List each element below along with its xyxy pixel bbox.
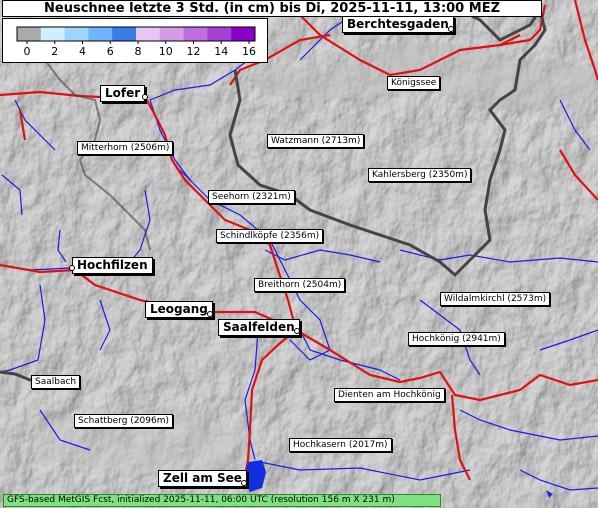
- place-hochkasern[interactable]: Hochkasern (2017m): [289, 438, 392, 452]
- legend-tick-label: 14: [214, 45, 228, 58]
- legend-tick-label: 4: [79, 45, 86, 58]
- place-wildalmkirchl[interactable]: Wildalmkirchl (2573m): [440, 292, 551, 306]
- place-kahlersberg[interactable]: Kahlersberg (2350m): [368, 168, 472, 182]
- place-marker: [207, 311, 213, 317]
- legend-tick-label: 12: [187, 45, 201, 58]
- place-zell-am-see[interactable]: Zell am See: [158, 470, 247, 487]
- place-berchtesgaden[interactable]: Berchtesgaden: [342, 16, 454, 33]
- legend-swatch: [183, 27, 208, 41]
- legend-swatch: [136, 27, 161, 41]
- legend-scale: 0 2 4 6 8 10 12 14 16: [16, 26, 256, 58]
- place-marker: [69, 265, 75, 271]
- place-marker: [448, 26, 454, 32]
- legend-swatch: [112, 27, 137, 41]
- model-info-footer: GFS-based MetGIS Fcst, initialized 2025-…: [3, 494, 441, 507]
- place-leogang[interactable]: Leogang: [145, 301, 213, 318]
- place-marker: [142, 94, 148, 100]
- legend-swatch: [17, 27, 42, 41]
- legend-tick-label: 2: [51, 45, 58, 58]
- place-schattberg[interactable]: Schattberg (2096m): [74, 414, 173, 428]
- legend-tick-label: 16: [242, 45, 256, 58]
- place-seehorn[interactable]: Seehorn (2321m): [208, 190, 295, 204]
- place-schindlkoepfe[interactable]: Schindlköpfe (2356m): [216, 229, 324, 243]
- legend-tick-label: 10: [159, 45, 173, 58]
- terrain-map: [0, 0, 598, 508]
- map[interactable]: Neuschnee letzte 3 Std. (in cm) bis Di, …: [0, 0, 598, 508]
- legend-swatch: [231, 27, 256, 41]
- map-title: Neuschnee letzte 3 Std. (in cm) bis Di, …: [2, 0, 542, 17]
- place-dienten[interactable]: Dienten am Hochkönig: [334, 388, 445, 402]
- legend-swatch: [159, 27, 185, 41]
- legend-swatch: [40, 27, 66, 41]
- place-saalbach[interactable]: Saalbach: [31, 375, 81, 389]
- place-koenigssee[interactable]: Königssee: [387, 76, 441, 90]
- place-mitterhorn[interactable]: Mitterhorn (2506m): [77, 141, 174, 155]
- legend-swatch: [64, 27, 89, 41]
- place-hochkoenig[interactable]: Hochkönig (2941m): [408, 332, 505, 346]
- place-saalfelden[interactable]: Saalfelden: [218, 319, 300, 336]
- legend-tick-label: 6: [107, 45, 114, 58]
- place-lofer[interactable]: Lofer: [100, 85, 146, 102]
- place-marker: [294, 328, 300, 334]
- legend-swatch: [88, 27, 113, 41]
- legend-tick-label: 0: [24, 45, 31, 58]
- place-hochfilzen[interactable]: Hochfilzen: [72, 257, 153, 274]
- place-breithorn[interactable]: Breithorn (2504m): [254, 278, 346, 292]
- place-marker: [241, 480, 247, 486]
- legend-tick-label: 8: [135, 45, 142, 58]
- legend-swatch: [207, 27, 232, 41]
- place-watzmann[interactable]: Watzmann (2713m): [267, 134, 365, 148]
- legend: 0 2 4 6 8 10 12 14 16: [2, 18, 268, 63]
